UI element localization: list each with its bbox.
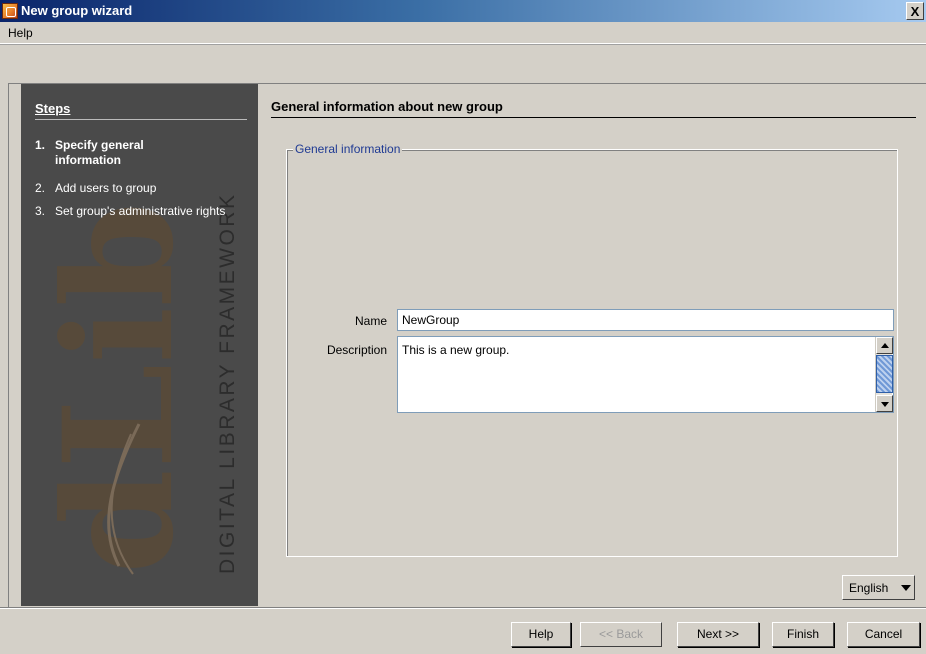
- name-input[interactable]: NewGroup: [397, 309, 894, 331]
- app-icon: [2, 3, 18, 19]
- arrow-up-icon: [881, 343, 889, 348]
- dlib-logo-watermark: dLib: [31, 202, 207, 574]
- step-label: Specify general information: [55, 138, 144, 167]
- help-button[interactable]: Help: [511, 622, 571, 647]
- step-label: Set group's administrative rights: [55, 204, 226, 218]
- next-button[interactable]: Next >>: [677, 622, 759, 647]
- scroll-thumb[interactable]: [876, 355, 893, 393]
- menu-help[interactable]: Help: [8, 26, 33, 40]
- step-item-2: 2. Add users to group: [35, 181, 235, 197]
- menu-bar: Help: [0, 22, 926, 44]
- cancel-button[interactable]: Cancel: [847, 622, 920, 647]
- scroll-up-button[interactable]: [876, 337, 893, 354]
- framework-text: DIGITAL LIBRARY FRAMEWORK: [216, 193, 239, 574]
- description-scrollbar[interactable]: [875, 337, 893, 412]
- description-text: This is a new group.: [402, 343, 510, 357]
- description-label: Description: [326, 343, 387, 357]
- window-title: New group wizard: [21, 3, 133, 18]
- title-bar: New group wizard X: [0, 0, 926, 22]
- steps-panel: dLib DIGITAL LIBRARY FRAMEWORK Steps 1. …: [21, 84, 258, 606]
- close-button[interactable]: X: [906, 2, 924, 20]
- chevron-down-icon: [901, 585, 911, 591]
- framework-watermark-text: DIGITAL LIBRARY FRAMEWORK: [216, 193, 239, 574]
- finish-button[interactable]: Finish: [772, 622, 834, 647]
- steps-title: Steps: [35, 101, 247, 120]
- arrow-down-icon: [881, 402, 889, 407]
- scroll-down-button[interactable]: [876, 395, 893, 412]
- step-item-3: 3. Set group's administrative rights: [35, 204, 245, 236]
- back-button[interactable]: << Back: [580, 622, 662, 647]
- page-title: General information about new group: [271, 99, 916, 118]
- name-label: Name: [354, 314, 387, 328]
- bottom-separator: [0, 607, 926, 609]
- language-select[interactable]: English: [842, 575, 915, 600]
- step-number: 3.: [35, 204, 46, 218]
- step-item-1: 1. Specify general information: [35, 138, 235, 170]
- language-selected: English: [849, 581, 889, 595]
- step-label: Add users to group: [55, 181, 157, 195]
- svg-text:dLib: dLib: [31, 202, 207, 574]
- group-box-label: General information: [293, 142, 403, 156]
- step-number: 2.: [35, 181, 46, 195]
- description-textarea[interactable]: This is a new group.: [397, 336, 894, 413]
- step-number: 1.: [35, 138, 46, 152]
